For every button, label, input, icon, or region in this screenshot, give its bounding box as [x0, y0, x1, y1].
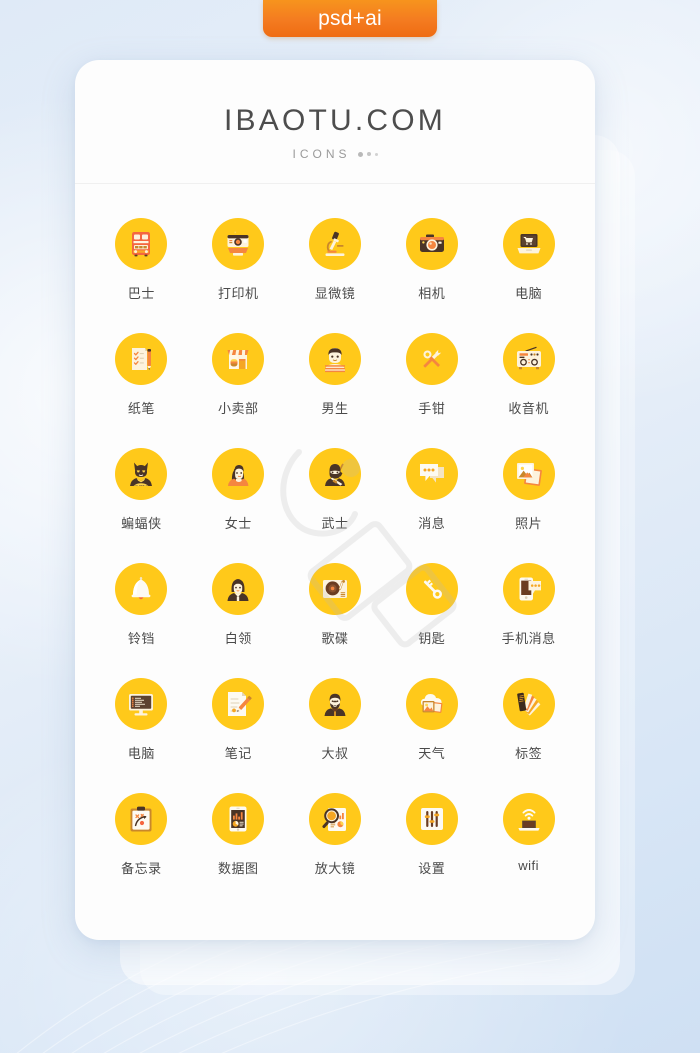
icon-label: 备忘录	[121, 861, 162, 876]
icon-cell-boy[interactable]: 男生	[287, 333, 384, 448]
camera-icon[interactable]	[405, 218, 458, 270]
bearded-man-icon[interactable]	[308, 678, 361, 730]
page-title: IBAOTU.COM	[223, 104, 446, 137]
icon-cell-desktop-monitor[interactable]: 电脑	[93, 678, 190, 793]
wifi-laptop-icon[interactable]	[502, 793, 555, 845]
icon-cell-batman[interactable]: 蝙蝠侠	[93, 448, 190, 563]
photos-icon[interactable]	[502, 448, 555, 500]
icon-cell-settings[interactable]: 设置	[383, 793, 480, 908]
icon-cell-radio[interactable]: 收音机	[480, 333, 577, 448]
icon-label: 电脑	[127, 746, 155, 761]
icon-cell-color-swatch[interactable]: 标签	[480, 678, 577, 793]
icon-label: 数据图	[217, 861, 259, 876]
shop-icon[interactable]	[212, 333, 265, 385]
icon-label: 手钳	[418, 401, 446, 416]
batman-icon[interactable]	[115, 448, 168, 500]
desktop-monitor-icon[interactable]	[115, 678, 168, 730]
ellipsis-dots-icon	[357, 151, 378, 157]
icon-label: 巴士	[127, 286, 155, 301]
clipboard-memo-icon[interactable]	[115, 793, 168, 845]
icon-cell-magnifier-report[interactable]: 放大镜	[287, 793, 384, 908]
icon-cell-printer[interactable]: 打印机	[190, 218, 287, 333]
icon-label: 相机	[418, 286, 446, 301]
icon-label: 打印机	[217, 286, 259, 301]
icon-cell-photos[interactable]: 照片	[480, 448, 577, 563]
icon-label: 消息	[418, 516, 446, 531]
icon-cell-note-pencil[interactable]: 纸笔	[93, 333, 190, 448]
icon-cell-office-woman[interactable]: 白领	[190, 563, 287, 678]
phone-message-icon[interactable]	[502, 563, 555, 615]
subtitle-row: ICONS	[75, 147, 595, 161]
icon-label: 蝙蝠侠	[121, 516, 162, 531]
icon-grid: 巴士 打印机 显微镜 相机 电脑 纸笔 小卖部 男生 手钳 收音机 蝙蝠侠 女士…	[75, 184, 595, 908]
icon-label: 男生	[321, 401, 349, 416]
icon-cell-laptop-shopping[interactable]: 电脑	[480, 218, 577, 333]
radio-icon[interactable]	[502, 333, 555, 385]
icon-label: 女士	[224, 516, 252, 531]
icon-label: 天气	[418, 746, 446, 761]
bell-icon[interactable]	[115, 563, 168, 615]
icon-cell-bearded-man[interactable]: 大叔	[287, 678, 384, 793]
bus-icon[interactable]	[115, 218, 168, 270]
icon-cell-bus[interactable]: 巴士	[93, 218, 190, 333]
note-pencil-icon[interactable]	[115, 333, 168, 385]
ninja-icon[interactable]	[308, 448, 361, 500]
icon-cell-microscope[interactable]: 显微镜	[287, 218, 384, 333]
settings-sliders-icon[interactable]	[405, 793, 458, 845]
icon-cell-wifi[interactable]: wifi	[480, 793, 577, 908]
icon-label: 白领	[224, 631, 252, 646]
icon-label: 纸笔	[127, 401, 155, 416]
icon-label: 大叔	[321, 746, 349, 761]
icon-cell-key[interactable]: 钥匙	[383, 563, 480, 678]
icon-cell-tablet-chart[interactable]: 数据图	[190, 793, 287, 908]
microscope-icon[interactable]	[308, 218, 361, 270]
printer-icon[interactable]	[212, 218, 265, 270]
icon-label: 电脑	[515, 286, 543, 301]
key-icon[interactable]	[405, 563, 458, 615]
icon-label: 显微镜	[314, 286, 356, 301]
icon-cell-turntable[interactable]: 歌碟	[287, 563, 384, 678]
icon-cell-tools[interactable]: 手钳	[383, 333, 480, 448]
tools-icon[interactable]	[405, 333, 458, 385]
icon-label: 钥匙	[418, 631, 446, 646]
tablet-chart-icon[interactable]	[212, 793, 265, 845]
psd-ai-badge: psd+ai	[263, 0, 437, 37]
woman-icon[interactable]	[212, 448, 265, 500]
office-woman-icon[interactable]	[212, 563, 265, 615]
weather-cloud-icon[interactable]	[405, 678, 458, 730]
icon-cell-weather[interactable]: 天气	[383, 678, 480, 793]
icon-label: 设置	[418, 861, 446, 876]
icon-cell-chat[interactable]: 消息	[383, 448, 480, 563]
icon-cell-phone-message[interactable]: 手机消息	[480, 563, 577, 678]
icon-cell-shop[interactable]: 小卖部	[190, 333, 287, 448]
icon-cell-clipboard-memo[interactable]: 备忘录	[93, 793, 190, 908]
icon-label: 手机消息	[501, 631, 556, 646]
icon-label: 小卖部	[217, 401, 259, 416]
color-swatch-icon[interactable]	[502, 678, 555, 730]
icon-label: 放大镜	[314, 861, 356, 876]
boy-icon[interactable]	[308, 333, 361, 385]
icon-label: 歌碟	[321, 631, 349, 646]
page-subtitle: ICONS	[292, 147, 351, 161]
magnifier-report-icon[interactable]	[308, 793, 361, 845]
chat-bubble-icon[interactable]	[405, 448, 458, 500]
icon-label: 笔记	[224, 746, 252, 761]
icon-label: wifi	[518, 858, 539, 873]
icon-cell-notebook-pencil[interactable]: 笔记	[190, 678, 287, 793]
icon-set-card: IBAOTU.COM ICONS 巴士 打印机 显微镜 相机 电脑 纸笔 小卖部…	[75, 60, 595, 940]
icon-cell-camera[interactable]: 相机	[383, 218, 480, 333]
icon-label: 照片	[515, 516, 543, 531]
icon-cell-woman[interactable]: 女士	[190, 448, 287, 563]
notebook-pencil-icon[interactable]	[212, 678, 265, 730]
turntable-icon[interactable]	[308, 563, 361, 615]
page-root: psd+ai IBAOTU.COM ICONS 巴士 打印机 显微镜 相机 电脑…	[0, 0, 700, 1053]
icon-label: 铃铛	[127, 631, 155, 646]
icon-cell-ninja[interactable]: 武士	[287, 448, 384, 563]
icon-label: 标签	[515, 746, 543, 761]
icon-label: 武士	[321, 516, 349, 531]
card-header: IBAOTU.COM ICONS	[75, 60, 595, 184]
laptop-shopping-icon[interactable]	[502, 218, 555, 270]
icon-label: 收音机	[508, 401, 549, 416]
icon-cell-bell[interactable]: 铃铛	[93, 563, 190, 678]
